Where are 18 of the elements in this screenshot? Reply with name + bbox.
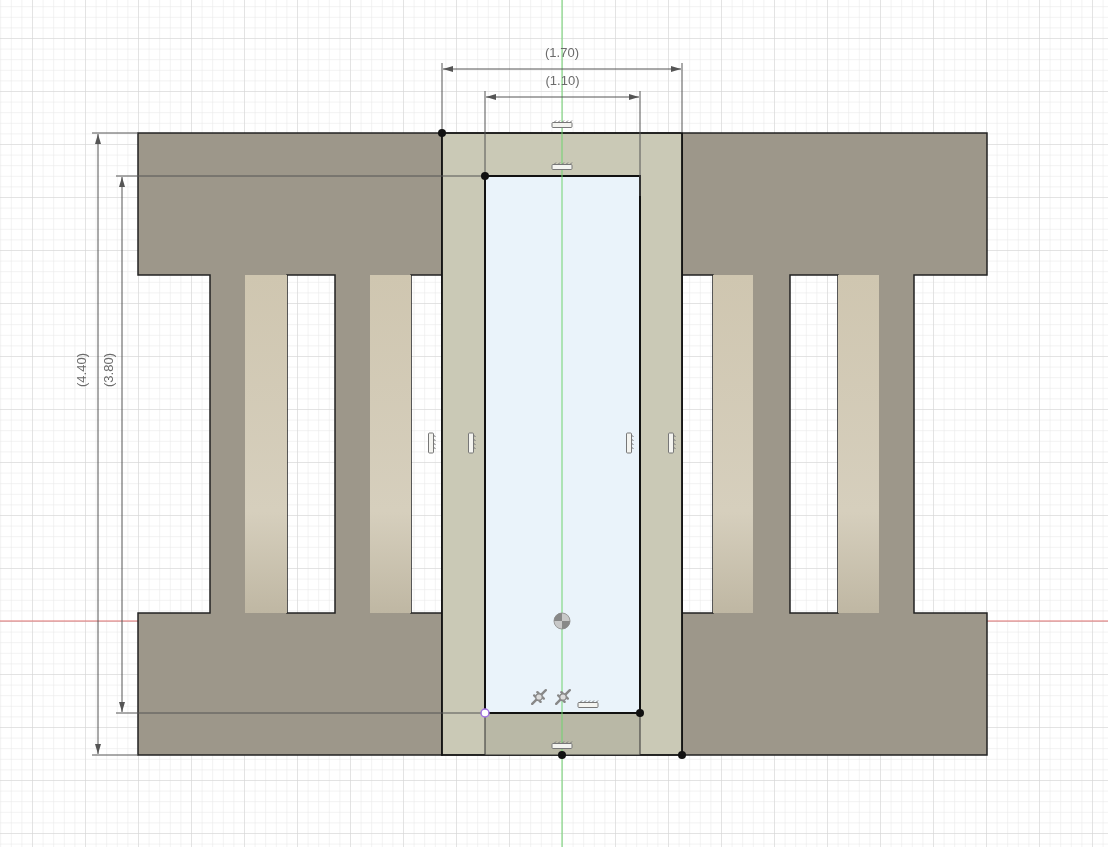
vertical-constraint-icon: [468, 433, 476, 453]
horizontal-constraint-icon: [552, 120, 572, 128]
vertical-constraint-icon: [626, 433, 634, 453]
sketch-point: [480, 708, 490, 718]
extension-line: [91, 132, 139, 134]
vertical-constraint-icon: [428, 433, 436, 453]
extension-line: [681, 62, 683, 134]
sketch-point: [558, 751, 566, 759]
sketch-point: [481, 172, 489, 180]
vertical-constraint-icon: [668, 433, 676, 453]
dimension-label: (4.40): [74, 353, 90, 387]
dimension-label: (3.80): [101, 353, 117, 387]
origin-icon: [553, 612, 571, 630]
horizontal-constraint-icon: [578, 700, 598, 708]
extension-line: [91, 754, 139, 756]
horizontal-constraint-icon: [552, 741, 572, 749]
horizontal-constraint-icon: [552, 162, 572, 170]
sketch-point: [636, 709, 644, 717]
